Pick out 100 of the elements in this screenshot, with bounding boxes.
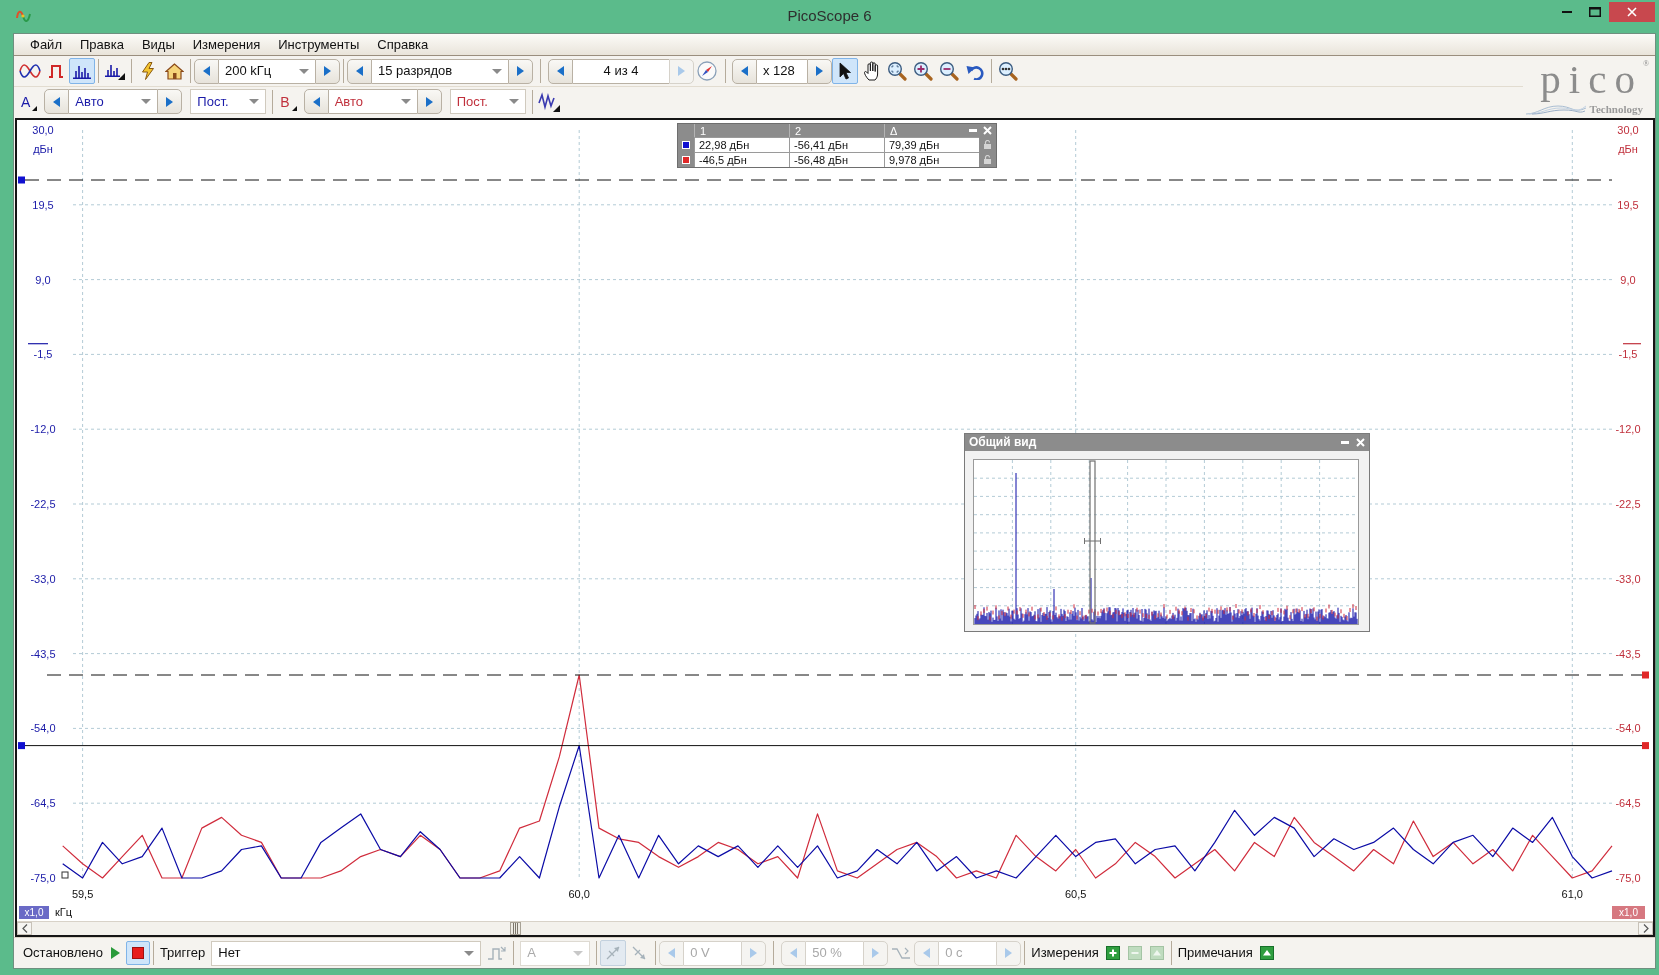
pointer-icon [839,62,851,80]
chevron-right-icon [1642,924,1649,933]
right-arrow-icon [425,96,433,107]
table-cell: 9,978 дБн [884,152,979,167]
y-axis-label: -1,5 [1618,348,1638,361]
zoom-in-icon [913,61,933,81]
home-icon [164,62,184,80]
menu-item[interactable]: Виды [132,34,184,55]
y-axis-label: -33,0 [1615,572,1641,585]
chevron-left-icon [21,924,28,933]
zoom-field[interactable]: x 128 [757,58,807,84]
caret-icon [400,99,411,104]
compass-button[interactable] [694,58,720,84]
zoom-region-icon [887,61,907,81]
measurements-label: Измерения [1030,945,1100,961]
column-header: Δ [890,123,898,138]
y-axis-label: -54,0 [30,722,56,735]
table-cell: -56,41 дБн [789,137,884,152]
scroll-right-button[interactable] [1638,922,1653,935]
scroll-left-button[interactable] [17,922,32,935]
right-arrow-icon [517,66,524,76]
collection-time-dropdown[interactable]: 200 kГц [219,58,315,84]
pulse-icon [48,64,64,78]
caret-icon [508,99,519,104]
right-arrow-icon [872,948,880,958]
rising-edge-icon [605,945,622,961]
y-axis-label: -33,0 [30,572,56,585]
menu-item[interactable]: Правка [70,34,133,55]
channel-button[interactable]: B [276,90,299,113]
x-axis-label: 59,5 [71,888,94,900]
left-arrow-icon [312,96,320,107]
next-button[interactable] [416,89,442,114]
square-marker-icon [61,871,69,879]
right-arrow-icon [1005,948,1013,958]
y-axis-label: -54,0 [1615,722,1641,735]
horizontal-scrollbar[interactable] [17,921,1653,935]
logo-text: pico$^{®}$ [1540,56,1649,103]
pulse-edge-icon [487,945,508,961]
channel-button[interactable]: A [17,90,40,113]
next-button[interactable] [508,58,533,84]
menu-item[interactable]: Файл [21,34,71,55]
signal-generator-icon [537,91,560,112]
coupling-dropdown[interactable]: Пост. [190,89,267,114]
y-axis-label: -12,0 [1615,423,1641,436]
caret-icon [249,99,260,104]
x-axis-label: 60,0 [568,888,590,900]
trigger-mode-dropdown[interactable]: Нет [211,940,482,966]
next-button[interactable] [157,89,183,114]
next-button[interactable] [807,58,832,84]
x-axis-label: 60,5 [1065,888,1087,900]
right-arrow-icon [324,66,331,76]
zoom-out-icon [939,61,959,81]
ruler-handle[interactable] [1642,671,1649,679]
window-title: Общий вид [969,435,1037,450]
pointer-tool-button[interactable] [832,58,858,84]
buffer-field[interactable]: 4 из 4 [573,58,669,84]
previous-button[interactable] [303,89,329,114]
previous-button[interactable] [732,58,757,84]
close-icon[interactable] [1356,438,1365,447]
scrollbar-thumb[interactable] [510,922,521,935]
y-axis-label: -22,5 [30,498,56,510]
previous-button[interactable] [194,58,219,84]
previous-button[interactable] [548,58,573,84]
menu-item[interactable]: Измерения [183,34,270,55]
y-axis-label: 19,5 [32,198,54,211]
ruler-handle[interactable] [1642,742,1649,750]
caret-icon [492,68,502,74]
ruler-handle[interactable] [18,176,25,184]
right-arrow-icon [816,66,823,76]
minus-icon [1127,946,1142,960]
caret-icon [573,950,584,956]
stop-button[interactable] [125,941,150,965]
range-dropdown[interactable]: Авто [69,89,158,114]
menu-item[interactable]: Справка [368,34,438,55]
previous-button[interactable] [347,58,372,84]
left-arrow-icon [923,948,931,958]
close-icon[interactable] [983,126,992,135]
y-axis-label: -43,5 [1615,647,1641,660]
sine-wave-icon [19,64,41,78]
y-axis-unit: дБн [1618,143,1638,155]
y-axis-unit: дБн [33,143,53,155]
table-cell: 79,39 дБн [884,137,979,152]
table-cell: -46,5 дБн [694,152,789,167]
menu-item[interactable]: Инструменты [269,34,369,55]
column-header: 1 [700,123,707,138]
ruler-handle[interactable] [18,742,25,750]
previous-button[interactable] [44,89,70,114]
left-arrow-icon [741,66,748,76]
resolution-dropdown[interactable]: 15 разрядов [372,58,508,84]
viewport-marker[interactable] [1083,460,1102,624]
y-axis-label: -12,0 [30,423,56,436]
table-cell: 22,98 дБн [694,137,789,152]
range-dropdown[interactable]: Авто [328,89,417,114]
next-button[interactable] [315,58,340,84]
caret-icon [141,99,152,104]
spectrum-mode-button[interactable] [69,58,95,84]
left-arrow-icon [790,948,798,958]
coupling-dropdown[interactable]: Пост. [449,89,526,114]
scale-badge: x1,0 [1612,906,1645,919]
left-arrow-icon [203,66,210,76]
